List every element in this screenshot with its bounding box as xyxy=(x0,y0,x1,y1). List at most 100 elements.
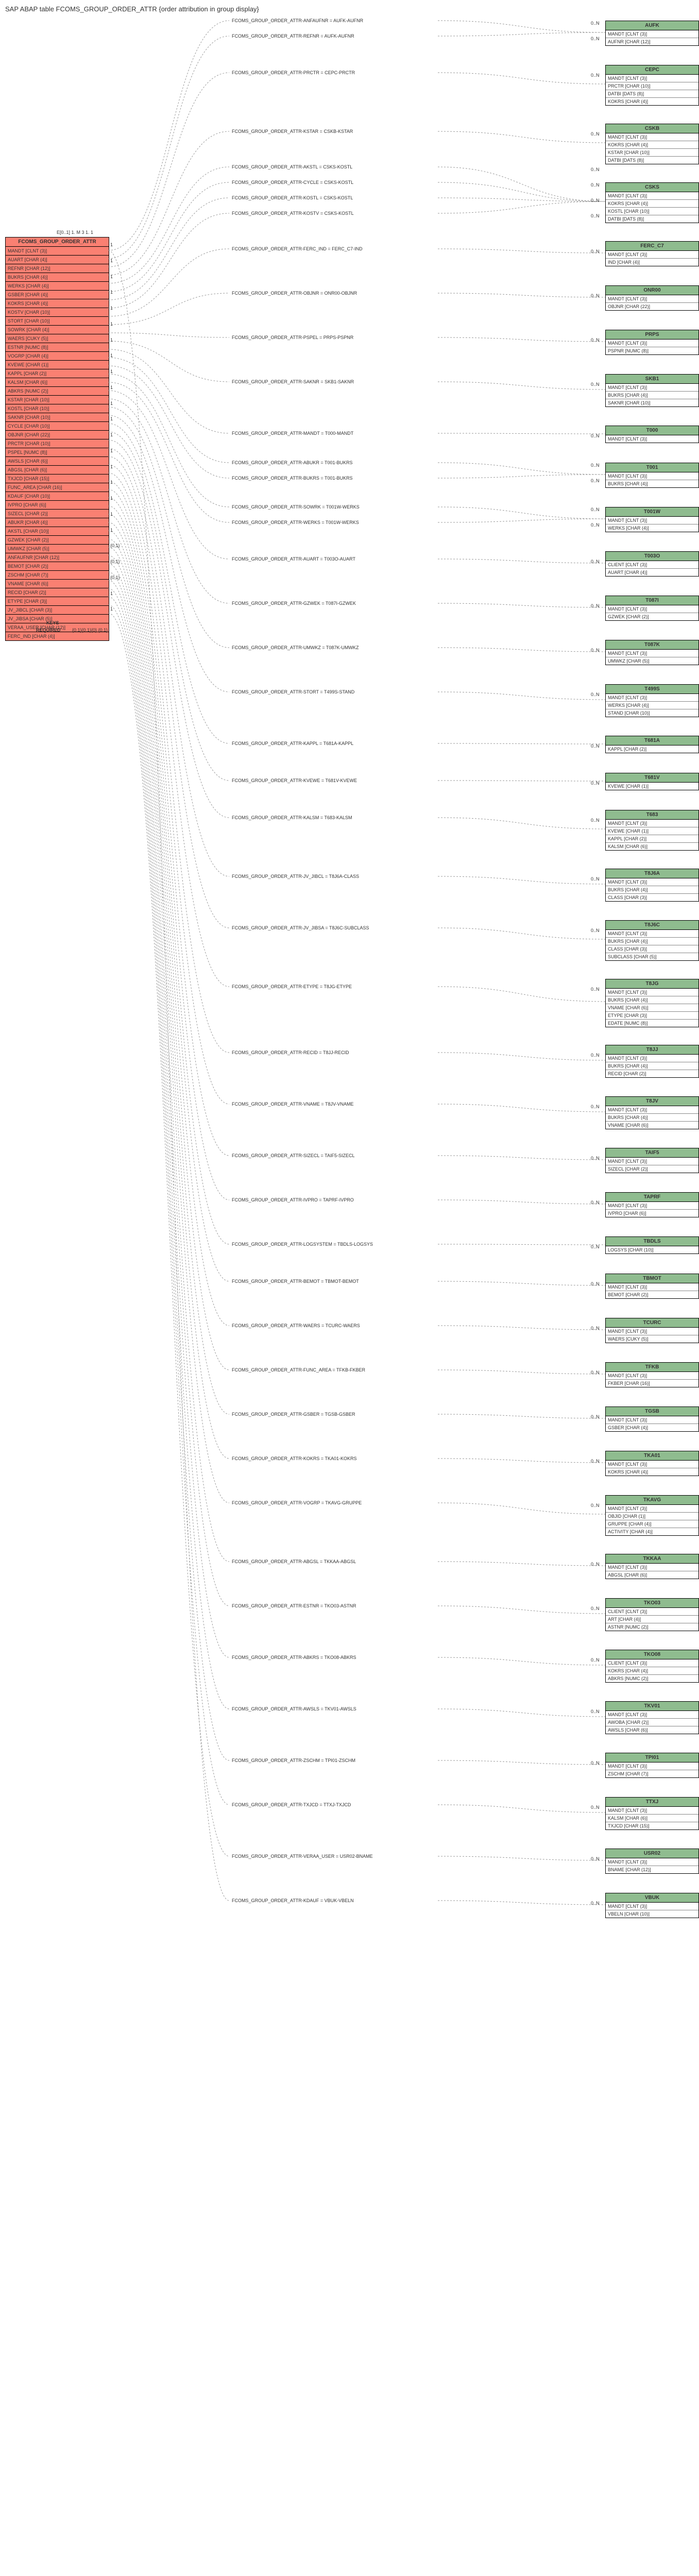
target-table-header[interactable]: TAPRF xyxy=(606,1193,698,1202)
target-table-field: MANDT [CLNT (3)] xyxy=(606,75,698,82)
target-table-field: CLIENT [CLNT (3)] xyxy=(606,561,698,569)
target-table-field: GSBER [CHAR (4)] xyxy=(606,1424,698,1431)
target-table-t8jj: T8JJMANDT [CLNT (3)]BUKRS [CHAR (4)]RECI… xyxy=(605,1045,699,1078)
target-table-header[interactable]: USR02 xyxy=(606,1849,698,1858)
left-cardinality: {0,1} xyxy=(110,543,120,548)
target-table-header[interactable]: PRPS xyxy=(606,330,698,340)
target-table-header[interactable]: TKO08 xyxy=(606,1650,698,1659)
target-table-header[interactable]: T681A xyxy=(606,736,698,745)
relation-label: FCOMS_GROUP_ORDER_ATTR-AWSLS = TKV01-AWS… xyxy=(232,1706,356,1711)
target-table-header[interactable]: T087K xyxy=(606,640,698,650)
target-table-header[interactable]: FERC_C7 xyxy=(606,242,698,251)
left-cardinality: 1 xyxy=(110,464,113,469)
target-table-field: MANDT [CLNT (3)] xyxy=(606,1711,698,1719)
target-table-header[interactable]: T681V xyxy=(606,773,698,783)
main-table-field: BUKRS [CHAR (4)] xyxy=(6,273,109,282)
relation-label: FCOMS_GROUP_ORDER_ATTR-ABGSL = TKKAA-ABG… xyxy=(232,1559,356,1564)
cardinality-label: 0..N xyxy=(591,198,600,203)
main-table-field: ZSCHM [CHAR (7)] xyxy=(6,571,109,580)
target-table-header[interactable]: TAIF5 xyxy=(606,1148,698,1158)
target-table-header[interactable]: TKAVG xyxy=(606,1496,698,1505)
target-table-header[interactable]: TKO03 xyxy=(606,1599,698,1608)
target-table-header[interactable]: T000 xyxy=(606,426,698,435)
target-table-header[interactable]: T683 xyxy=(606,810,698,820)
target-table-field: MANDT [CLNT (3)] xyxy=(606,1762,698,1770)
relation-label: FCOMS_GROUP_ORDER_ATTR-VERAA_USER = USR0… xyxy=(232,1854,373,1859)
target-table-field: BNAME [CHAR (12)] xyxy=(606,1866,698,1873)
target-table-field: ZSCHM [CHAR (7)] xyxy=(606,1770,698,1777)
target-table-t001w: T001WMANDT [CLNT (3)]WERKS [CHAR (4)] xyxy=(605,507,699,532)
target-table-header[interactable]: T003O xyxy=(606,552,698,561)
cardinality-label: 0..N xyxy=(591,781,600,786)
main-table-field: GZWEK [CHAR (2)] xyxy=(6,536,109,545)
target-table-header[interactable]: CSKS xyxy=(606,183,698,192)
target-table-field: KOKRS [CHAR (4)] xyxy=(606,1468,698,1476)
cardinality-label: 0..N xyxy=(591,928,600,933)
target-table-field: BUKRS [CHAR (4)] xyxy=(606,996,698,1004)
main-table-field: GSBER [CHAR (4)] xyxy=(6,291,109,299)
left-cardinality: 1 xyxy=(110,528,113,533)
target-table-header[interactable]: TKKAA xyxy=(606,1554,698,1564)
left-cardinality: 1 xyxy=(110,591,113,596)
cardinality-label: 0..N xyxy=(591,182,600,188)
target-table-header[interactable]: ONR00 xyxy=(606,286,698,295)
main-table-field: SAKNR [CHAR (10)] xyxy=(6,413,109,422)
main-table-field: VOGRP [CHAR (4)] xyxy=(6,352,109,361)
cardinality-label: 0..N xyxy=(591,1709,600,1714)
relation-label: FCOMS_GROUP_ORDER_ATTR-KOSTV = CSKS-KOST… xyxy=(232,211,354,216)
target-table-header[interactable]: T8J6C xyxy=(606,921,698,930)
target-table-field: KOSTL [CHAR (10)] xyxy=(606,208,698,215)
main-table-field: ABGSL [CHAR (6)] xyxy=(6,466,109,474)
target-table-field: BUKRS [CHAR (4)] xyxy=(606,1114,698,1122)
target-table-header[interactable]: TTXJ xyxy=(606,1798,698,1807)
left-cardinality: {0,1} xyxy=(110,575,120,580)
target-table-header[interactable]: TPI01 xyxy=(606,1753,698,1762)
target-table-header[interactable]: TFKB xyxy=(606,1363,698,1372)
target-table-field: KOKRS [CHAR (4)] xyxy=(606,1667,698,1675)
cardinality-label: 0..N xyxy=(591,167,600,172)
target-table-header[interactable]: CSKB xyxy=(606,124,698,133)
target-table-t003o: T003OCLIENT [CLNT (3)]AUART [CHAR (4)] xyxy=(605,551,699,577)
relation-label: FCOMS_GROUP_ORDER_ATTR-WERKS = T001W-WER… xyxy=(232,520,359,525)
target-table-header[interactable]: T8JJ xyxy=(606,1045,698,1055)
target-table-header[interactable]: T8J6A xyxy=(606,869,698,878)
target-table-field: UMWKZ [CHAR (5)] xyxy=(606,657,698,665)
left-cardinality: 1 xyxy=(110,385,113,390)
target-table-header[interactable]: T001 xyxy=(606,463,698,472)
cardinality-label: 0..N xyxy=(591,1657,600,1663)
main-table-field: STORT [CHAR (10)] xyxy=(6,317,109,326)
target-table-header[interactable]: SKB1 xyxy=(606,375,698,384)
target-table-field: MANDT [CLNT (3)] xyxy=(606,30,698,38)
target-table-header[interactable]: TBMOT xyxy=(606,1274,698,1283)
target-table-header[interactable]: AUFK xyxy=(606,21,698,30)
main-table-header[interactable]: FCOMS_GROUP_ORDER_ATTR xyxy=(6,238,109,247)
target-table-usr02: USR02MANDT [CLNT (3)]BNAME [CHAR (12)] xyxy=(605,1849,699,1874)
cardinality-label: 0..N xyxy=(591,249,600,254)
target-table-header[interactable]: T087I xyxy=(606,596,698,605)
target-table-header[interactable]: T499S xyxy=(606,685,698,694)
left-cardinality: {0,1} xyxy=(110,559,120,564)
target-table-header[interactable]: T8JV xyxy=(606,1097,698,1106)
target-table-header[interactable]: TBDLS xyxy=(606,1237,698,1246)
relation-label: FCOMS_GROUP_ORDER_ATTR-SOWRK = T001W-WER… xyxy=(232,504,360,510)
target-table-header[interactable]: VBUK xyxy=(606,1893,698,1903)
cardinality-label: 0..N xyxy=(591,1606,600,1611)
relation-label: FCOMS_GROUP_ORDER_ATTR-RECID = T8JJ-RECI… xyxy=(232,1050,349,1055)
relation-label: FCOMS_GROUP_ORDER_ATTR-TXJCD = TTXJ-TXJC… xyxy=(232,1802,351,1807)
relation-label: FCOMS_GROUP_ORDER_ATTR-SAKNR = SKB1-SAKN… xyxy=(232,379,354,384)
target-table-header[interactable]: CEPC xyxy=(606,65,698,75)
main-table-field: VNAME [CHAR (6)] xyxy=(6,580,109,588)
target-table-header[interactable]: T8JG xyxy=(606,979,698,989)
target-table-header[interactable]: T001W xyxy=(606,507,698,517)
relation-label: FCOMS_GROUP_ORDER_ATTR-ESTNR = TKO03-AST… xyxy=(232,1603,356,1608)
main-table-field: FERC_IND [CHAR (4)] xyxy=(6,632,109,640)
target-table-header[interactable]: TKV01 xyxy=(606,1702,698,1711)
target-table-field: SUBCLASS [CHAR (5)] xyxy=(606,953,698,960)
main-table-field: TXJCD [CHAR (15)] xyxy=(6,474,109,483)
target-table-field: MANDT [CLNT (3)] xyxy=(606,192,698,200)
left-cardinality: 1 xyxy=(110,353,113,358)
target-table-header[interactable]: TGSB xyxy=(606,1407,698,1416)
target-table-header[interactable]: TCURC xyxy=(606,1318,698,1328)
left-cardinality: 1 xyxy=(110,448,113,453)
target-table-header[interactable]: TKA01 xyxy=(606,1451,698,1461)
